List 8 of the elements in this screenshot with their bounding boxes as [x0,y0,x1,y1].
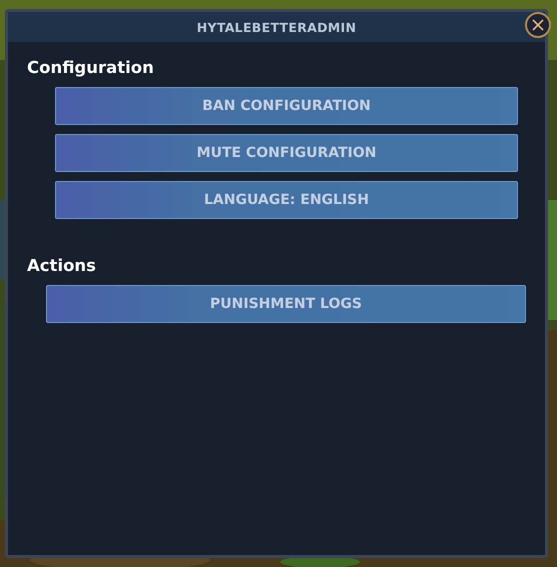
section-heading: Actions [27,256,97,275]
window-title: HYTALEBETTERADMIN [196,20,356,34]
menu-button[interactable]: PUNISHMENT LOGS [46,285,526,323]
menu-button[interactable]: BAN CONFIGURATION [55,87,518,125]
menu-button[interactable]: MUTE CONFIGURATION [55,134,518,172]
menu-button[interactable]: LANGUAGE: ENGLISH [55,181,518,219]
section-heading: Configuration [27,58,155,77]
close-icon [532,19,544,31]
